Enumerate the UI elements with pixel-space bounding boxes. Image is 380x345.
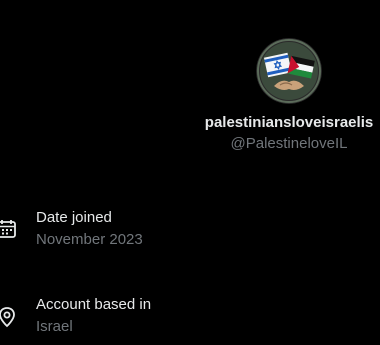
- account-based-in-label: Account based in: [36, 296, 152, 313]
- user-handle: @PalestineloveIL: [230, 135, 348, 152]
- date-joined-value: November 2023: [36, 231, 143, 248]
- display-name: palestiniansloveisraelis: [204, 114, 374, 131]
- account-based-in-value: Israel: [36, 318, 73, 335]
- flags-handshake-avatar-icon: [256, 38, 322, 104]
- avatar[interactable]: [256, 38, 322, 104]
- date-joined-label: Date joined: [36, 209, 112, 226]
- calendar-icon: [0, 218, 18, 240]
- location-pin-icon: [0, 306, 18, 328]
